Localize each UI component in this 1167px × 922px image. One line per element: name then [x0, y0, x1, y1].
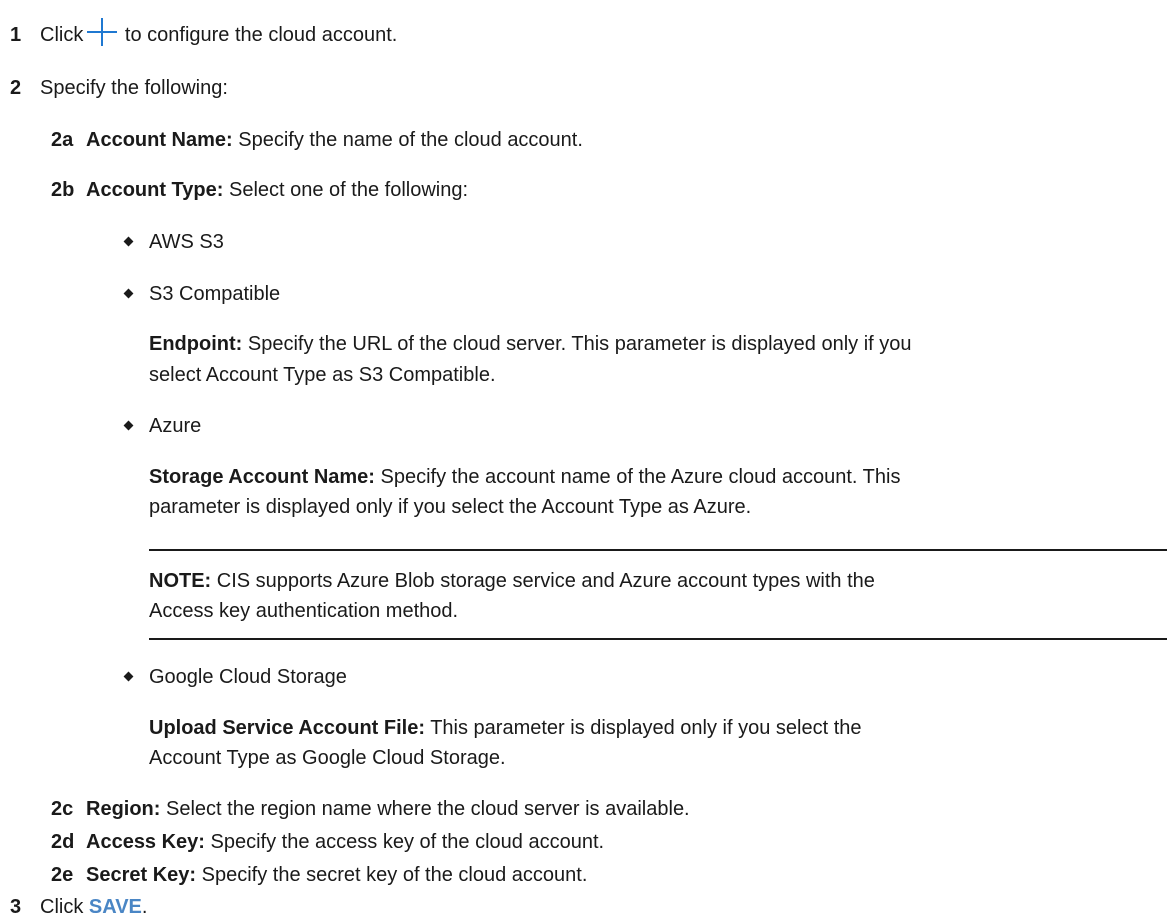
field-label: Access Key:: [86, 831, 205, 853]
bullet: [123, 671, 134, 682]
param-text: This parameter is displayed only if you …: [425, 717, 862, 739]
field-description: Specify the secret key of the cloud acco…: [196, 864, 588, 886]
step-2b: 2b Account Type: Select one of the follow…: [51, 176, 468, 204]
note: NOTE: CIS supports Azure Blob storage se…: [149, 567, 875, 595]
step-1-post-text: to configure the cloud account.: [119, 24, 398, 46]
step-number: 3: [10, 896, 22, 918]
field-description: Specify the name of the cloud account.: [232, 129, 583, 151]
step-2a: 2a Account Name: Specify the name of the …: [51, 126, 583, 154]
storage-account-description: Storage Account Name: Specify the accoun…: [149, 463, 900, 491]
step-2-text: Specify the following:: [40, 77, 228, 99]
bullet: [123, 236, 134, 247]
field-label: Region:: [86, 798, 161, 820]
step-2c: 2c Region: Select the region name where t…: [51, 795, 690, 823]
account-type-gcs: Google Cloud Storage: [149, 666, 347, 688]
document-page: 1 Click to configure the cloud account. 2…: [0, 0, 1167, 922]
field-description: Specify the access key of the cloud acco…: [204, 831, 605, 853]
step-number: 2c: [51, 798, 74, 820]
field-label: Account Type:: [86, 179, 224, 201]
bullet: [123, 420, 134, 431]
field-description: Select the region name where the cloud s…: [160, 798, 690, 820]
account-type-aws: AWS S3: [149, 231, 224, 253]
step-3: 3 Click SAVE.: [10, 893, 147, 921]
step-1: 1 Click to configure the cloud account.: [10, 18, 398, 49]
endpoint-description-cont: select Account Type as S3 Compatible.: [149, 364, 496, 386]
bullet: [123, 288, 134, 299]
storage-account-description-cont: parameter is displayed only if you selec…: [149, 496, 752, 518]
account-type-azure: Azure: [149, 415, 202, 437]
param-label: Storage Account Name:: [149, 466, 375, 488]
note-bottom-rule: [149, 638, 1167, 640]
step-3-pre-text: Click: [40, 896, 84, 918]
param-label: Endpoint:: [149, 333, 243, 355]
field-label: Account Name:: [86, 129, 233, 151]
param-text: Specify the URL of the cloud server. Thi…: [242, 333, 912, 355]
save-link[interactable]: SAVE: [89, 896, 142, 918]
note-label: NOTE:: [149, 570, 212, 592]
plus-icon: [87, 18, 118, 46]
step-number: 2a: [51, 129, 74, 151]
account-type-s3-compatible: S3 Compatible: [149, 283, 281, 305]
step-2d: 2d Access Key: Specify the access key of …: [51, 828, 604, 856]
step-number: 1: [10, 24, 22, 46]
step-number: 2e: [51, 864, 74, 886]
note-cont: Access key authentication method.: [149, 600, 459, 622]
step-1-pre-text: Click: [40, 24, 84, 46]
upload-file-description-cont: Account Type as Google Cloud Storage.: [149, 747, 506, 769]
upload-file-description: Upload Service Account File: This parame…: [149, 714, 862, 742]
step-3-post-text: .: [141, 896, 148, 918]
note-top-rule: [149, 549, 1167, 551]
step-2: 2 Specify the following:: [10, 74, 228, 102]
param-label: Upload Service Account File:: [149, 717, 425, 739]
step-number: 2: [10, 77, 22, 99]
field-label: Secret Key:: [86, 864, 197, 886]
param-text: Specify the account name of the Azure cl…: [374, 466, 901, 488]
step-number: 2d: [51, 831, 75, 853]
step-2e: 2e Secret Key: Specify the secret key of …: [51, 861, 587, 889]
endpoint-description: Endpoint: Specify the URL of the cloud s…: [149, 330, 912, 358]
note-text: CIS supports Azure Blob storage service …: [211, 570, 875, 592]
field-description: Select one of the following:: [223, 179, 469, 201]
step-number: 2b: [51, 179, 75, 201]
